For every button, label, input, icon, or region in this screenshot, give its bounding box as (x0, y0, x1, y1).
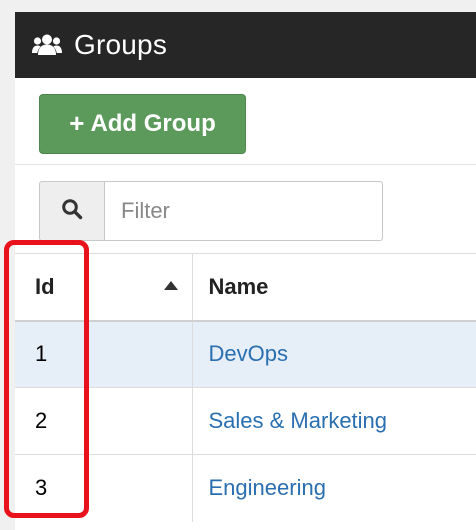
cell-id: 1 (15, 320, 193, 388)
column-header-id[interactable]: Id (15, 253, 193, 322)
page-title: Groups (74, 29, 168, 60)
groups-panel: Groups + Add Group Id (15, 12, 476, 530)
group-link[interactable]: DevOps (209, 341, 288, 366)
cell-name: Sales & Marketing (192, 387, 476, 455)
table-row[interactable]: 3 Engineering (15, 454, 476, 522)
group-link[interactable]: Engineering (209, 475, 326, 500)
add-group-label: Add Group (90, 110, 216, 137)
table-row[interactable]: 2 Sales & Marketing (15, 387, 476, 455)
sort-ascending-icon (163, 281, 178, 290)
column-header-name[interactable]: Name (192, 253, 476, 322)
cell-id: 2 (15, 387, 193, 455)
cell-name: Engineering (192, 454, 476, 522)
toolbar: + Add Group (15, 78, 476, 165)
table-row[interactable]: 1 DevOps (15, 320, 476, 388)
search-button[interactable] (39, 181, 105, 241)
page-header: Groups (15, 12, 476, 78)
filter-input[interactable] (105, 181, 383, 241)
cell-name: DevOps (192, 320, 476, 388)
table-header-row: Id Name (15, 253, 476, 322)
cell-id: 3 (15, 454, 193, 522)
groups-table: Id Name 1 DevOps 2 Sales & Marketing 3 E… (15, 253, 476, 522)
filter-bar (39, 181, 383, 241)
users-icon (32, 33, 62, 57)
add-group-button[interactable]: + Add Group (39, 94, 246, 154)
search-icon (61, 198, 83, 225)
plus-icon: + (69, 107, 85, 138)
group-link[interactable]: Sales & Marketing (209, 408, 388, 433)
